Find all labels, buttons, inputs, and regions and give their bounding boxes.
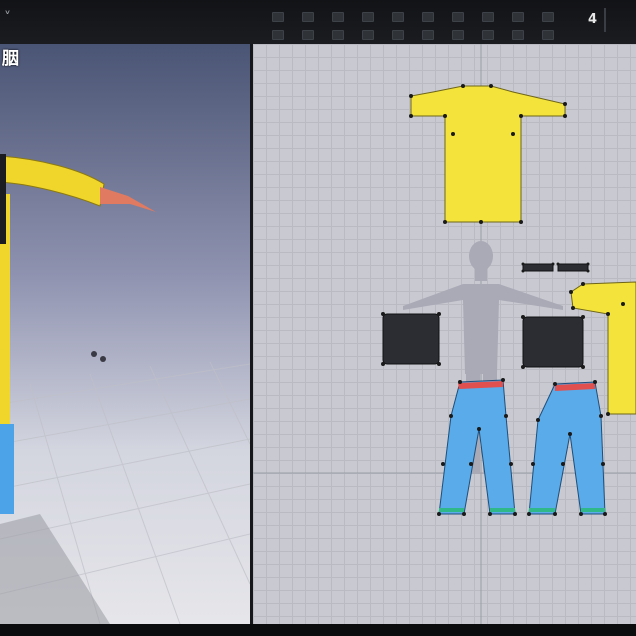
3d-viewport[interactable]: 胭 bbox=[0, 44, 253, 624]
3d-scene bbox=[0, 154, 250, 624]
waistband-left-pattern[interactable] bbox=[522, 263, 554, 272]
gizmo-icon[interactable] bbox=[91, 351, 106, 362]
2d-pattern-window[interactable] bbox=[253, 44, 636, 624]
notch-icon[interactable] bbox=[362, 30, 374, 40]
internal-line-icon[interactable] bbox=[542, 12, 554, 22]
pocket-right-pattern[interactable] bbox=[522, 316, 584, 368]
select-icon[interactable] bbox=[272, 12, 284, 22]
point-icon[interactable] bbox=[272, 30, 284, 40]
fold-icon[interactable] bbox=[422, 12, 434, 22]
dart-icon[interactable] bbox=[332, 30, 344, 40]
hide-icon[interactable] bbox=[452, 30, 464, 40]
pin-icon[interactable] bbox=[392, 12, 404, 22]
avatar-shirt-sleeve[interactable] bbox=[0, 155, 105, 207]
toolbar: ˅ 4 bbox=[0, 0, 636, 44]
fabric-icon[interactable] bbox=[512, 30, 524, 40]
view-label: 胭 bbox=[2, 49, 19, 69]
pants-right-pattern[interactable] bbox=[528, 381, 606, 515]
rotate-icon[interactable] bbox=[332, 12, 344, 22]
status-bar bbox=[0, 624, 636, 636]
shirt-front-pattern[interactable] bbox=[410, 85, 566, 223]
lock-icon[interactable] bbox=[422, 30, 434, 40]
sew-icon[interactable] bbox=[452, 12, 464, 22]
layer-icon[interactable] bbox=[542, 30, 554, 40]
avatar-torso bbox=[0, 154, 6, 244]
avatar-pants[interactable] bbox=[0, 424, 14, 514]
segment-icon[interactable] bbox=[482, 12, 494, 22]
waistband-right-pattern[interactable] bbox=[557, 263, 589, 272]
texture-icon[interactable] bbox=[482, 30, 494, 40]
move-icon[interactable] bbox=[302, 12, 314, 22]
pocket-left-pattern[interactable] bbox=[382, 313, 440, 365]
avatar-hand bbox=[100, 187, 156, 212]
pattern-canvas bbox=[253, 44, 636, 624]
trace-icon[interactable] bbox=[512, 12, 524, 22]
symmetry-icon[interactable] bbox=[392, 30, 404, 40]
avatar-shadow bbox=[0, 514, 110, 624]
toolbar-divider bbox=[604, 8, 606, 32]
curve-icon[interactable] bbox=[302, 30, 314, 40]
toolbar-number: 4 bbox=[588, 12, 598, 27]
scale-icon[interactable] bbox=[362, 12, 374, 22]
chevron-down-icon[interactable]: ˅ bbox=[4, 10, 11, 26]
